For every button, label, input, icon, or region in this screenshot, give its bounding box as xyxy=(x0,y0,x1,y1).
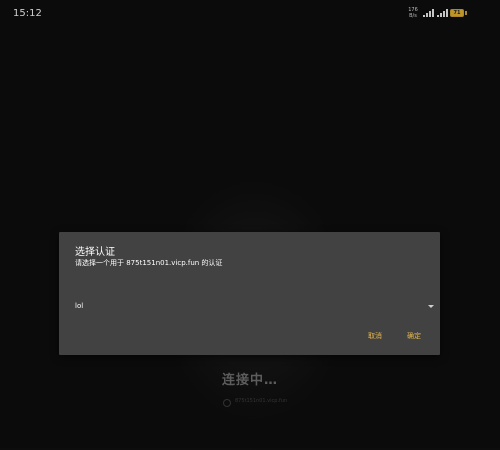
cancel-button[interactable]: 取消 xyxy=(368,331,382,341)
choose-certificate-dialog: 选择认证 请选择一个用于 875t151n01.vicp.fun 的认证 lol… xyxy=(59,232,440,355)
dropdown-arrow-icon[interactable] xyxy=(428,305,434,308)
dialog-title: 选择认证 xyxy=(75,247,115,258)
ok-button[interactable]: 确定 xyxy=(407,331,421,341)
dialog-message: 请选择一个用于 875t151n01.vicp.fun 的认证 xyxy=(75,259,223,267)
certificate-select[interactable]: lol xyxy=(73,298,434,314)
certificate-select-value: lol xyxy=(75,302,84,310)
dialog-scrim[interactable] xyxy=(0,0,500,448)
